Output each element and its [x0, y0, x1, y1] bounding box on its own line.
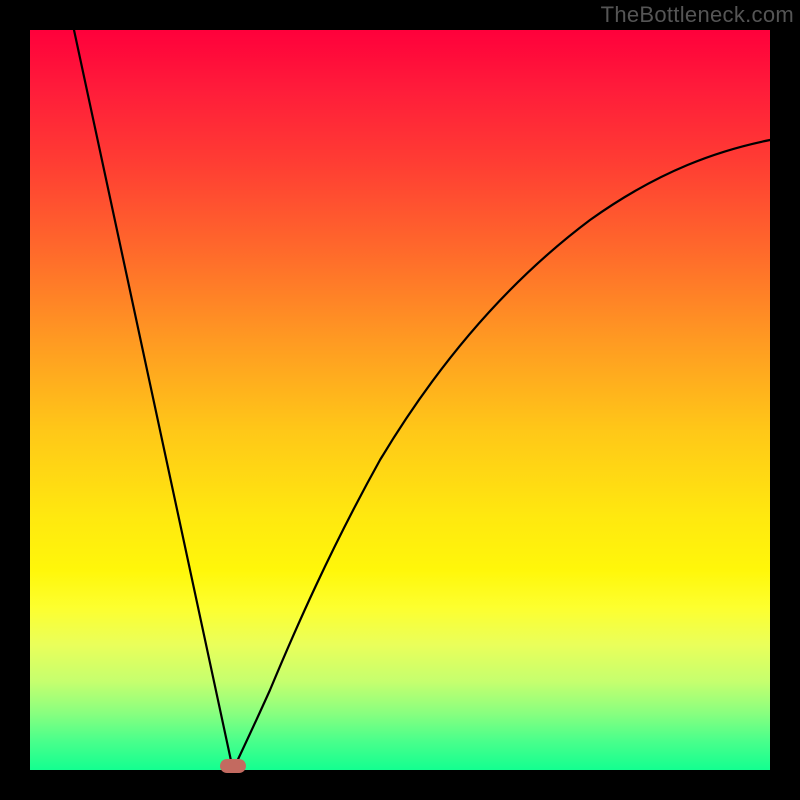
minimum-marker — [220, 759, 246, 773]
curve-layer — [30, 30, 770, 770]
watermark-text: TheBottleneck.com — [601, 2, 794, 28]
bottleneck-curve — [74, 30, 770, 770]
chart-frame: TheBottleneck.com — [0, 0, 800, 800]
plot-area — [30, 30, 770, 770]
